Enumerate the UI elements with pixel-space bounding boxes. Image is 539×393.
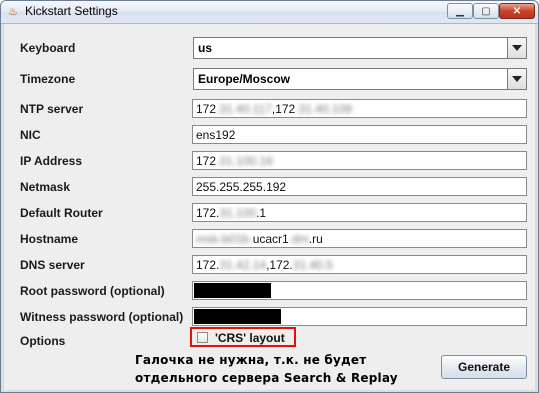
timezone-value: Europe/Moscow: [198, 72, 291, 86]
ntp-field[interactable]: 172.31.40.117,172.31.40.109: [192, 99, 527, 118]
dns-prefix: 172.: [196, 258, 220, 272]
crs-highlight-box: 'CRS' layout: [190, 327, 296, 347]
keyboard-label: Keyboard: [20, 41, 76, 55]
annotation-line-2: отдельного сервера Search & Replay: [135, 371, 398, 385]
netmask-value: 255.255.255.192: [196, 180, 287, 194]
window-title: Kickstart Settings: [25, 4, 118, 18]
hostname-mid: ucacr1: [252, 232, 289, 246]
ip-redacted: .31.100.16: [216, 154, 273, 168]
hostname-redacted-1: msk-b01b-: [196, 232, 253, 246]
java-cup-icon: ♨: [8, 6, 18, 18]
netmask-label: Netmask: [20, 180, 71, 194]
dns-redacted-2: 31.40.5: [292, 258, 333, 272]
router-redacted: 31.100: [219, 206, 257, 220]
witness-password-mask: [194, 309, 281, 324]
hostname-suffix: .ru: [308, 232, 323, 246]
close-button[interactable]: ✕: [499, 3, 535, 19]
ntp-redacted-1: .31.40.117: [216, 102, 272, 116]
netmask-field[interactable]: 255.255.255.192: [192, 177, 527, 196]
annotation-line-1: Галочка не нужна, т.к. не будет: [135, 353, 367, 367]
title-bar[interactable]: ♨ Kickstart Settings ▁ ▢ ✕: [1, 1, 538, 24]
witness-password-field[interactable]: [192, 307, 527, 326]
ntp-mid: ,172: [271, 102, 296, 116]
ntp-prefix: 172: [196, 102, 217, 116]
nic-field[interactable]: ens192: [192, 125, 527, 144]
ip-field[interactable]: 172.31.100.16: [192, 151, 527, 170]
ntp-label: NTP server: [20, 102, 84, 116]
ntp-redacted-2: .31.40.109: [295, 102, 352, 116]
nic-value: ens192: [196, 128, 236, 142]
chevron-down-icon[interactable]: [507, 69, 526, 89]
dns-label: DNS server: [20, 258, 85, 272]
router-field[interactable]: 172.31.100.1: [192, 203, 527, 222]
chevron-down-icon[interactable]: [507, 38, 526, 58]
maximize-button[interactable]: ▢: [473, 3, 499, 19]
dns-field[interactable]: 172.31.42.14,172.31.40.5: [192, 255, 527, 274]
dns-mid: ,172.: [266, 258, 293, 272]
hostname-label: Hostname: [20, 232, 79, 246]
crs-layout-checkbox[interactable]: [197, 332, 208, 343]
keyboard-value: us: [198, 41, 213, 55]
root-password-field[interactable]: [192, 281, 527, 300]
router-label: Default Router: [20, 206, 103, 220]
minimize-button[interactable]: ▁: [447, 3, 473, 19]
router-suffix: .1: [256, 206, 267, 220]
keyboard-select[interactable]: us: [193, 37, 527, 59]
kickstart-settings-window: ♨ Kickstart Settings ▁ ▢ ✕ Keyboard us T…: [0, 0, 539, 393]
generate-button[interactable]: Generate: [441, 355, 527, 379]
witness-password-label: Witness password (optional): [20, 310, 184, 324]
options-label: Options: [20, 334, 66, 348]
root-password-label: Root password (optional): [20, 284, 165, 298]
ip-label: IP Address: [20, 154, 83, 168]
hostname-redacted-2: .dm: [288, 232, 309, 246]
crs-layout-label[interactable]: 'CRS' layout: [215, 331, 285, 345]
nic-label: NIC: [20, 128, 41, 142]
root-password-mask: [194, 283, 271, 298]
settings-form: Keyboard us Timezone Europe/Moscow NTP s…: [4, 24, 535, 390]
router-prefix: 172.: [196, 206, 220, 220]
hostname-field[interactable]: msk-b01b-ucacr1.dm.ru: [192, 229, 527, 248]
timezone-label: Timezone: [20, 72, 76, 86]
timezone-select[interactable]: Europe/Moscow: [193, 68, 527, 90]
dns-redacted-1: 31.42.14: [219, 258, 267, 272]
ip-prefix: 172: [196, 154, 217, 168]
